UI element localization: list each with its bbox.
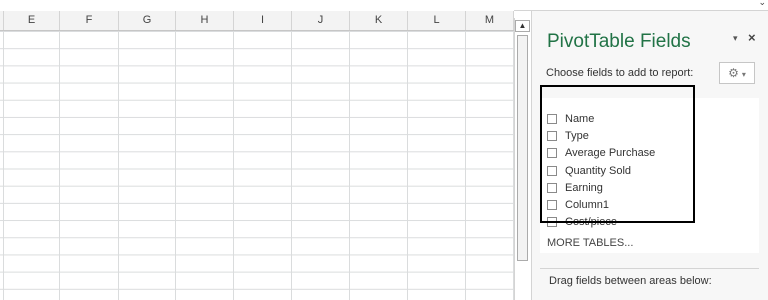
- gridline: [118, 31, 119, 300]
- field-settings-button[interactable]: ⚙ ▾: [719, 62, 755, 84]
- cell-grid[interactable]: [0, 31, 514, 300]
- chevron-down-icon: ▾: [741, 70, 746, 79]
- column-header-h[interactable]: H: [176, 11, 234, 30]
- field-list-highlight-box: [540, 85, 695, 223]
- choose-fields-label: Choose fields to add to report:: [546, 67, 694, 79]
- scroll-thumb[interactable]: [517, 35, 528, 261]
- column-header-j[interactable]: J: [292, 11, 350, 30]
- gridline: [291, 31, 292, 300]
- close-icon[interactable]: ×: [748, 30, 756, 45]
- column-header-k[interactable]: K: [350, 11, 408, 30]
- gridline: [59, 31, 60, 300]
- scroll-up-arrow-icon[interactable]: ▲: [515, 20, 530, 32]
- column-header-m[interactable]: M: [466, 11, 514, 30]
- gridline: [3, 31, 4, 300]
- gridline: [233, 31, 234, 300]
- column-header-g[interactable]: G: [119, 11, 176, 30]
- gridline: [175, 31, 176, 300]
- pane-title: PivotTable Fields: [547, 31, 691, 52]
- column-header-f[interactable]: F: [60, 11, 119, 30]
- column-header-i[interactable]: I: [234, 11, 292, 30]
- spreadsheet-grid[interactable]: E F G H I J K L M: [0, 0, 514, 300]
- drag-fields-label: Drag fields between areas below:: [549, 275, 712, 287]
- divider: [540, 268, 759, 269]
- column-header-l[interactable]: L: [408, 11, 466, 30]
- gear-icon: ⚙: [728, 66, 739, 80]
- column-header-e[interactable]: E: [4, 11, 60, 30]
- vertical-scrollbar[interactable]: ▲: [514, 18, 531, 300]
- gridline: [349, 31, 350, 300]
- chevron-down-icon[interactable]: ⌄: [758, 0, 766, 8]
- more-tables-link[interactable]: MORE TABLES...: [547, 237, 633, 249]
- column-headers: E F G H I J K L M: [0, 11, 514, 31]
- pane-options-menu-icon[interactable]: ▾: [733, 33, 738, 44]
- gridline: [465, 31, 466, 300]
- gridline: [407, 31, 408, 300]
